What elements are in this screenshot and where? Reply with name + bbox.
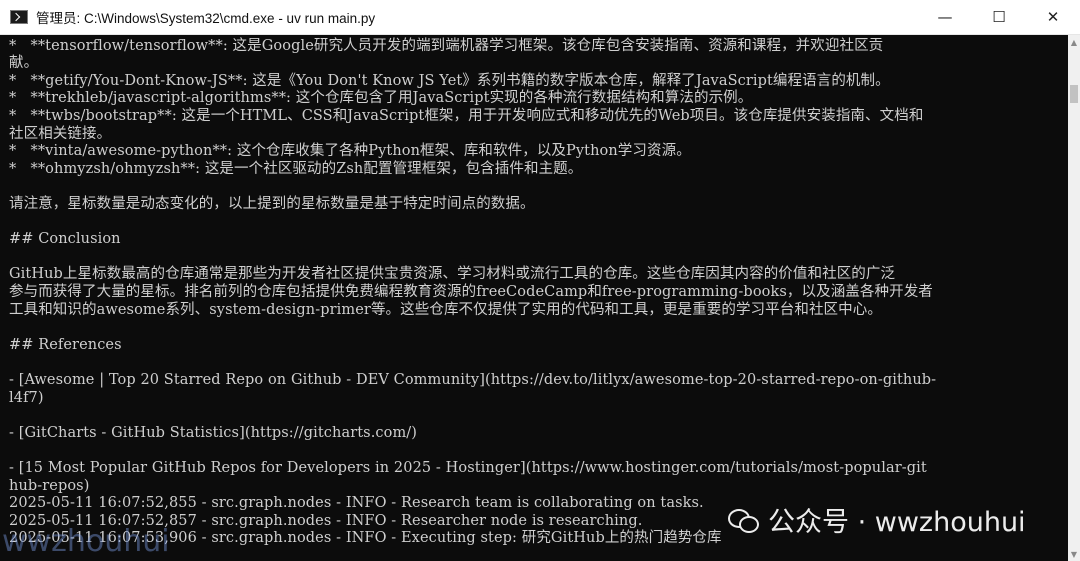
console-line: - [GitCharts - GitHub Statistics](https:… bbox=[9, 424, 418, 441]
window-title: 管理员: C:\Windows\System32\cmd.exe - uv ru… bbox=[36, 11, 376, 26]
console-line: * **twbs/bootstrap**: 这是一个HTML、CSS和JavaS… bbox=[9, 107, 924, 124]
console-line: 参与而获得了大量的星标。排名前列的仓库包括提供免费编程教育资源的freeCode… bbox=[9, 283, 933, 300]
console-line: 社区相关链接。 bbox=[9, 125, 112, 142]
console-line: - [15 Most Popular GitHub Repos for Deve… bbox=[9, 459, 927, 476]
title-bar: 管理员: C:\Windows\System32\cmd.exe - uv ru… bbox=[0, 0, 1080, 35]
console-line: ## Conclusion bbox=[9, 231, 121, 248]
close-button[interactable]: ✕ bbox=[1026, 0, 1080, 34]
console-output[interactable]: * **tensorflow/tensorflow**: 这是Google研究人… bbox=[0, 35, 1068, 561]
console-line: GitHub上星标数最高的仓库通常是那些为开发者社区提供宝贵资源、学习材料或流行… bbox=[9, 266, 896, 283]
console-line: * **getify/You-Dont-Know-JS**: 这是《You Do… bbox=[9, 72, 890, 89]
console-line: ## References bbox=[9, 336, 122, 353]
console-line: hub-repos) bbox=[9, 477, 90, 494]
console-line: l4f7) bbox=[9, 389, 44, 406]
wechat-icon bbox=[728, 507, 759, 533]
console-line: 工具和知识的awesome系列、system-design-primer等。这些… bbox=[9, 301, 882, 318]
vertical-scrollbar[interactable]: ▲ ▼ bbox=[1068, 35, 1080, 561]
watermark-left: wwzhouhui bbox=[2, 524, 170, 559]
watermark-text: 公众号 · wwzhouhui bbox=[768, 507, 1026, 538]
console-line: * **tensorflow/tensorflow**: 这是Google研究人… bbox=[9, 37, 884, 54]
scroll-thumb[interactable] bbox=[1070, 85, 1078, 103]
cmd-icon bbox=[10, 10, 28, 24]
scroll-up-icon[interactable]: ▲ bbox=[1068, 35, 1080, 49]
console-line: 献。 bbox=[9, 55, 39, 72]
minimize-button[interactable]: — bbox=[918, 0, 972, 34]
console-line: 请注意，星标数量是动态变化的，以上提到的星标数量是基于特定时间点的数据。 bbox=[9, 195, 535, 212]
console-line: - [Awesome | Top 20 Starred Repo on Gith… bbox=[9, 371, 937, 388]
console-line: * **ohmyzsh/ohmyzsh**: 这是一个社区驱动的Zsh配置管理框… bbox=[9, 160, 583, 177]
maximize-button[interactable]: ☐ bbox=[972, 0, 1026, 34]
scroll-down-icon[interactable]: ▼ bbox=[1068, 547, 1080, 561]
console-line: * **vinta/awesome-python**: 这个仓库收集了各种Pyt… bbox=[9, 143, 691, 160]
window-controls: — ☐ ✕ bbox=[918, 0, 1080, 34]
console-line: * **trekhleb/javascript-algorithms**: 这个… bbox=[9, 90, 753, 107]
watermark: 公众号 · wwzhouhui bbox=[728, 500, 1026, 539]
